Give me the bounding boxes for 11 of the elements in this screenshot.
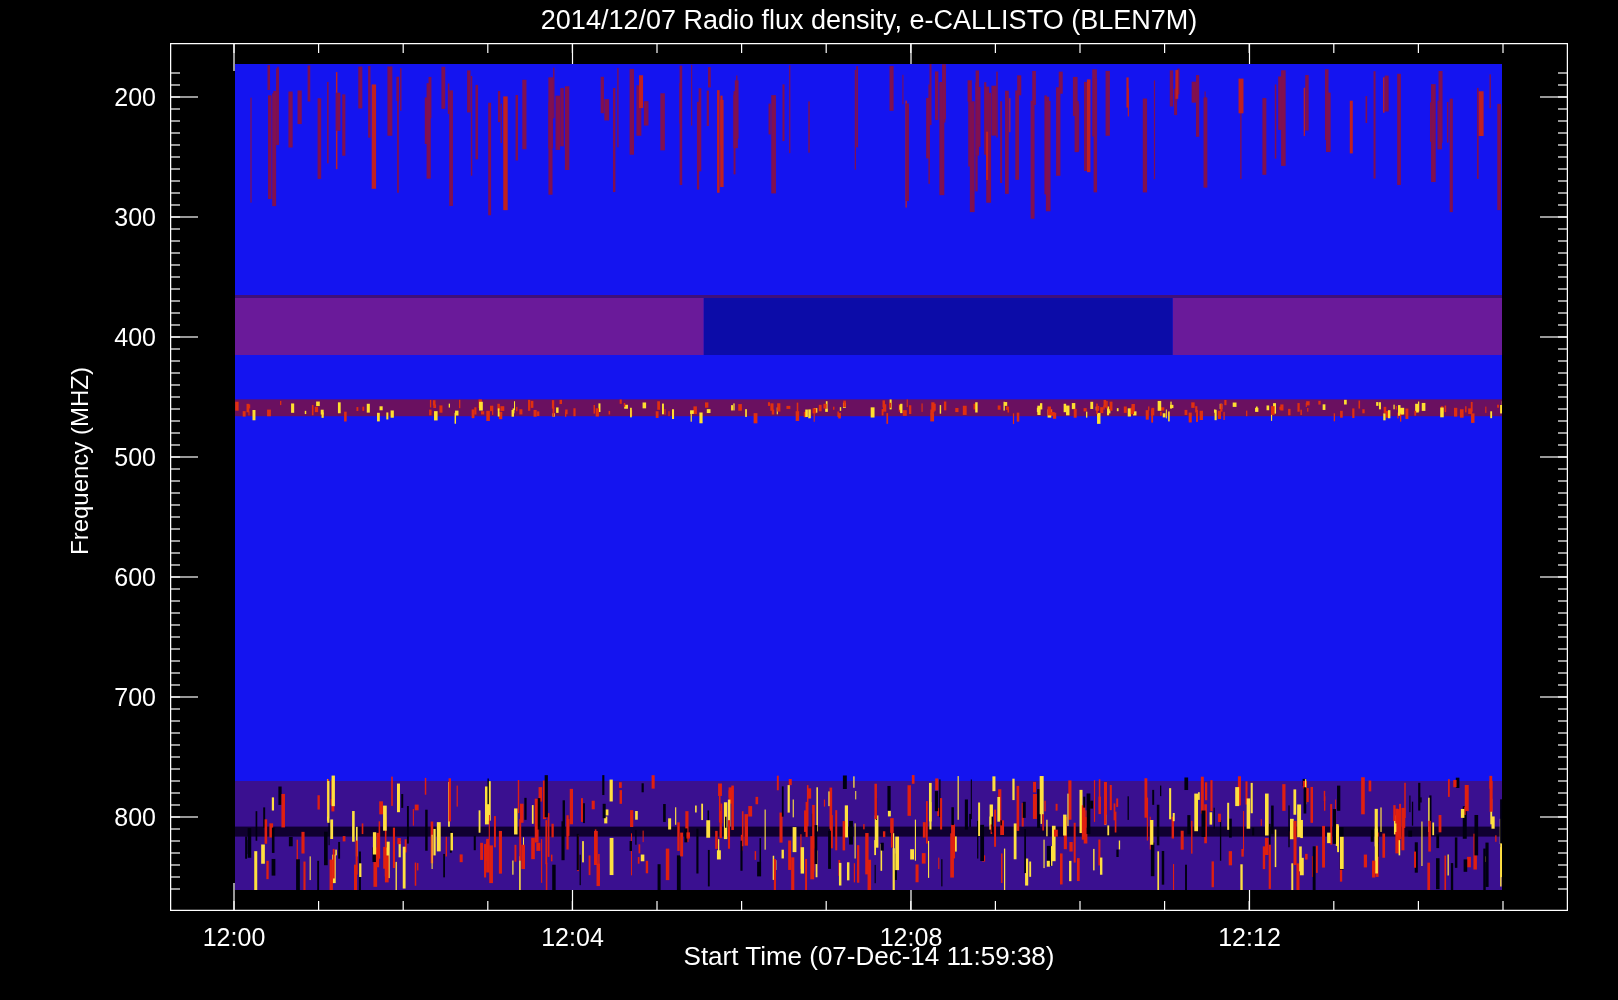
y-axis-label: Frequency (MHZ) [66,366,94,557]
y-tick-label: 400 [113,323,156,351]
y-tick-label: 200 [113,83,156,111]
y-tick-label: 600 [113,563,156,591]
y-tick-label: 800 [113,803,156,831]
y-tick-label: 300 [113,203,156,231]
x-tick-label: 12:12 [1217,923,1282,951]
chart-title: 2014/12/07 Radio flux density, e-CALLISTO (BLEN7M) [539,4,1199,37]
y-tick-label: 700 [113,683,156,711]
x-tick-label: 12:04 [540,923,605,951]
x-tick-label: 12:00 [201,923,267,951]
